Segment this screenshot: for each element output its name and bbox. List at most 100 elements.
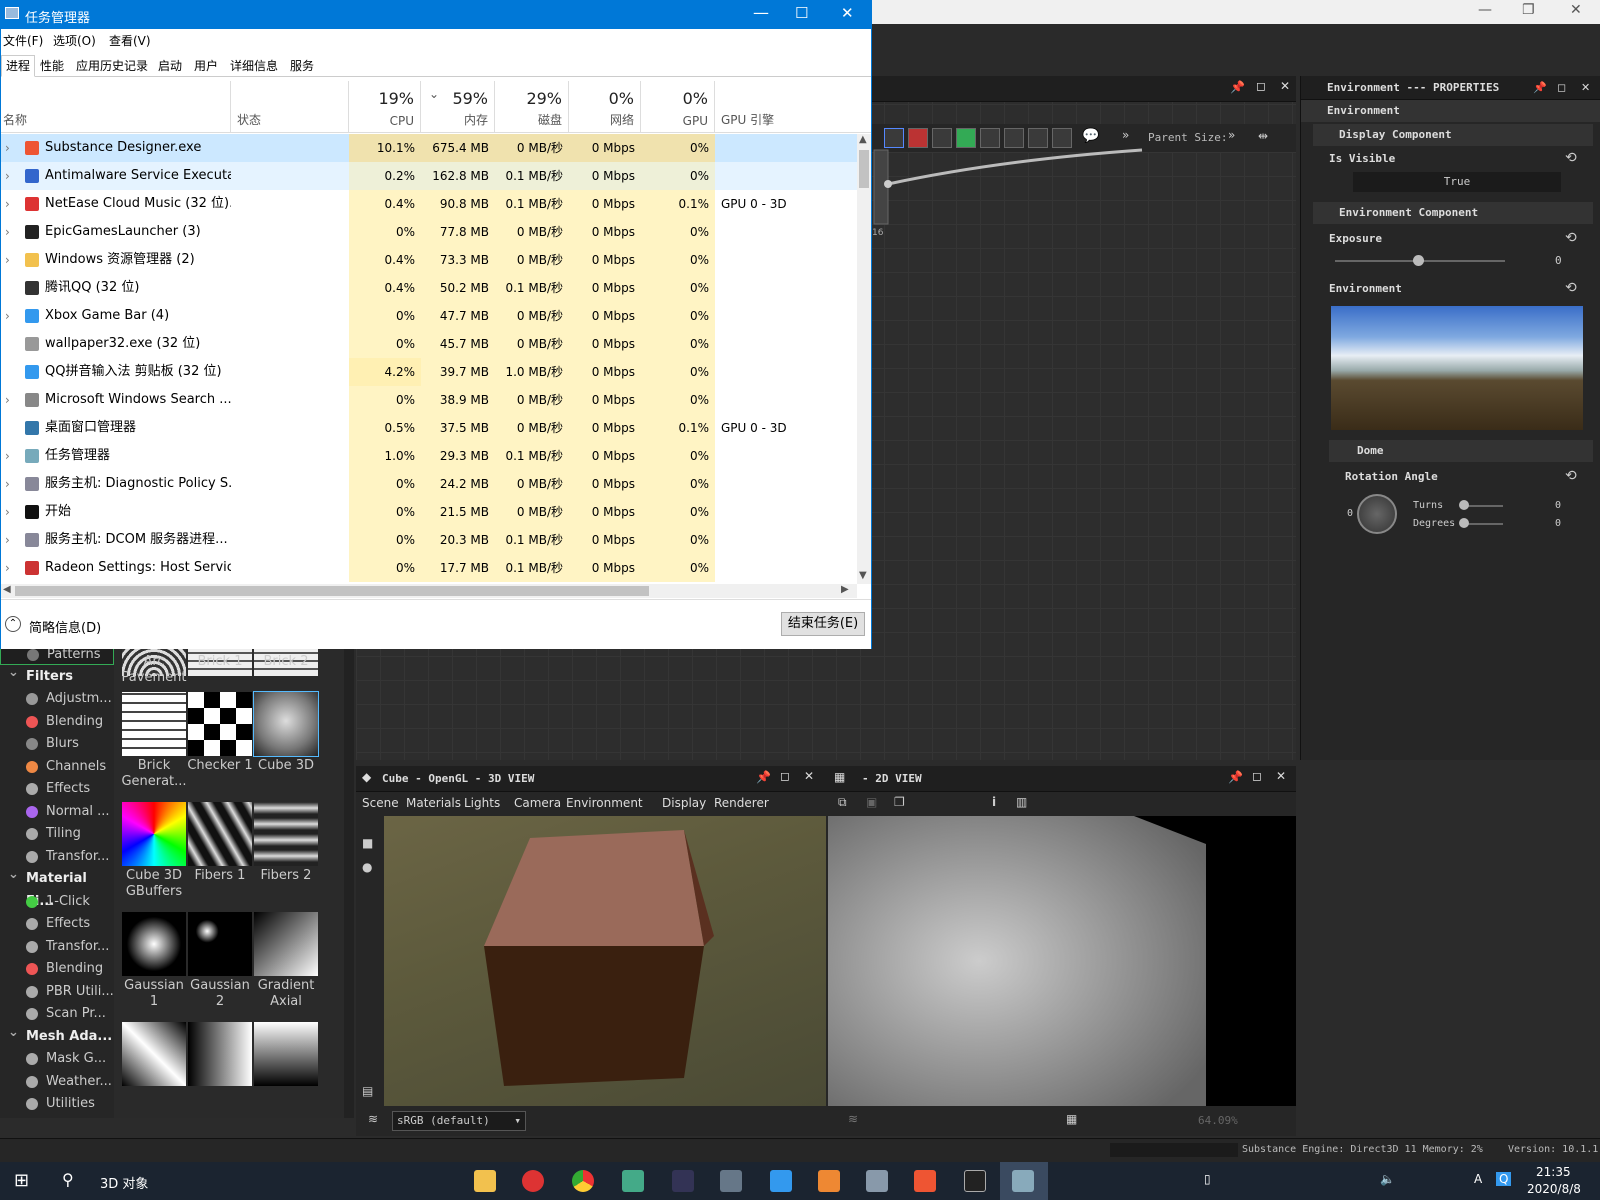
library-item[interactable]: Effects <box>0 777 114 800</box>
reset-icon[interactable]: ⟲ <box>1565 468 1577 484</box>
ime-icon[interactable]: A <box>1474 1172 1482 1186</box>
3d-view-menu-item[interactable]: Environment <box>566 796 643 810</box>
3d-view-menu-item[interactable]: Scene <box>362 796 399 810</box>
3d-view-menu-item[interactable]: Renderer <box>714 796 769 810</box>
table-row[interactable]: › 开始 0% 21.5 MB 0 MB/秒 0 Mbps 0% <box>1 498 857 526</box>
tab-processes[interactable]: 进程 <box>1 55 36 77</box>
table-row[interactable]: 腾讯QQ (32 位) 0.4% 50.2 MB 0.1 MB/秒 0 Mbps 0% <box>1 274 857 302</box>
col-network[interactable]: 0% 网络 <box>569 81 641 133</box>
close-icon[interactable]: ✕ <box>841 4 854 22</box>
library-item[interactable]: Effects <box>0 912 114 935</box>
library-category-header[interactable]: Filters <box>0 661 114 688</box>
library-thumbnail[interactable] <box>254 802 318 866</box>
substance-designer-icon[interactable] <box>914 1170 936 1192</box>
table-row[interactable]: › EpicGamesLauncher (3) 0% 77.8 MB 0 MB/秒 0 M… <box>1 218 857 246</box>
table-row[interactable]: › Radeon Settings: Host Service 0% 17.7 MB 0… <box>1 554 857 582</box>
app3-icon[interactable] <box>818 1170 840 1192</box>
expand-chevron-icon[interactable]: › <box>5 470 16 498</box>
library-item[interactable]: 1-Click <box>0 890 114 913</box>
environment-component-section[interactable]: Environment Component <box>1313 202 1593 224</box>
search-icon[interactable]: ⚲ <box>62 1170 74 1189</box>
scroll-right-icon[interactable]: ▶ <box>841 584 849 595</box>
tab-services[interactable]: 服务 <box>285 55 319 77</box>
horizontal-scrollbar[interactable]: ◀ ▶ <box>1 584 857 598</box>
library-thumbnail[interactable] <box>122 1022 186 1086</box>
table-row[interactable]: › Antimalware Service Executa... 0.2% 162.8… <box>1 162 857 190</box>
library-item[interactable]: Blending <box>0 957 114 980</box>
col-gpu[interactable]: 0% GPU <box>641 81 715 133</box>
layers-icon[interactable]: ≋ <box>848 1112 858 1126</box>
library-item[interactable]: PBR Utili... <box>0 980 114 1003</box>
scroll-down-icon[interactable]: ▼ <box>859 570 867 581</box>
epic-games-icon[interactable] <box>964 1170 986 1192</box>
turns-slider-handle[interactable] <box>1459 500 1469 510</box>
library-category-header[interactable]: Material Fi... <box>0 863 114 909</box>
library-thumbnail[interactable] <box>253 691 319 757</box>
light-icon[interactable]: ● <box>362 860 372 874</box>
pin-icon[interactable]: 📌 <box>756 770 771 784</box>
library-thumbnail[interactable] <box>188 912 252 976</box>
library-category-header[interactable]: Mesh Ada... <box>0 1021 114 1048</box>
reset-icon[interactable]: ⟲ <box>1565 280 1577 296</box>
task-manager-taskbar-button[interactable] <box>1000 1162 1048 1200</box>
expand-chevron-icon[interactable]: › <box>5 386 16 414</box>
store-icon[interactable] <box>622 1170 644 1192</box>
tab-details[interactable]: 详细信息 <box>225 55 283 77</box>
copy-icon[interactable]: ❐ <box>894 795 905 809</box>
maximize-icon[interactable]: ◻ <box>780 769 790 783</box>
chevron-right-icon[interactable]: » <box>1228 128 1235 142</box>
layout-icon[interactable]: ▤ <box>362 1084 373 1098</box>
close-icon[interactable]: ✕ <box>804 769 814 783</box>
minimize-icon[interactable]: — <box>753 3 769 22</box>
library-thumbnail[interactable] <box>122 692 186 756</box>
tab-performance[interactable]: 性能 <box>35 55 69 77</box>
3d-view-menu-item[interactable]: Materials <box>406 796 461 810</box>
library-thumbnail[interactable] <box>188 1022 252 1086</box>
reset-icon[interactable]: ⟲ <box>1565 150 1577 166</box>
library-thumbnail[interactable] <box>188 692 252 756</box>
zoom-level[interactable]: 64.09% <box>1198 1114 1238 1127</box>
link-icon[interactable]: ⇹ <box>1258 129 1268 143</box>
3d-view-menu-item[interactable]: Camera <box>514 796 561 810</box>
library-item[interactable]: Transfor... <box>0 935 114 958</box>
display-component-section[interactable]: Display Component <box>1313 124 1593 146</box>
library-item[interactable]: Utilities <box>0 1092 114 1115</box>
library-thumbnail[interactable] <box>254 912 318 976</box>
library-item[interactable]: Channels <box>0 755 114 778</box>
end-task-button[interactable]: 结束任务(E) <box>781 612 865 636</box>
2d-viewport[interactable] <box>828 816 1296 1106</box>
save-icon[interactable]: ▣ <box>866 795 877 809</box>
scrollbar-thumb[interactable] <box>859 150 869 188</box>
steam-icon[interactable] <box>672 1170 694 1192</box>
app2-icon[interactable] <box>770 1170 792 1192</box>
app4-icon[interactable] <box>866 1170 888 1192</box>
library-scrollbar[interactable] <box>344 648 354 1118</box>
taskbar-search-text[interactable]: 3D 对象 <box>100 1173 148 1192</box>
col-name[interactable]: 名称 <box>1 81 231 133</box>
table-row[interactable]: QQ拼音输入法 剪贴板 (32 位) 4.2% 39.7 MB 1.0 MB/秒 0 M… <box>1 358 857 386</box>
table-row[interactable]: › NetEase Cloud Music (32 位)... 0.4% 90.8 M… <box>1 190 857 218</box>
maximize-icon[interactable]: ◻ <box>1256 79 1266 93</box>
volume-icon[interactable]: 🔈 <box>1380 1172 1395 1186</box>
library-thumbnail[interactable] <box>122 912 186 976</box>
dome-section[interactable]: Dome <box>1329 440 1593 462</box>
expand-chevron-icon[interactable]: › <box>5 190 16 218</box>
3d-viewport[interactable] <box>384 816 826 1106</box>
pin-icon[interactable]: 📌 <box>1230 80 1245 94</box>
col-status[interactable]: 状态 <box>231 81 349 133</box>
fewer-details-link[interactable]: 简略信息(D) <box>29 617 101 636</box>
degrees-slider[interactable] <box>1463 523 1503 525</box>
expand-chevron-icon[interactable]: › <box>5 302 16 330</box>
vertical-scrollbar[interactable]: ▲ ▼ <box>857 134 871 584</box>
tab-app-history[interactable]: 应用历史记录 <box>71 55 153 77</box>
library-thumbnail[interactable] <box>122 802 186 866</box>
maximize-icon[interactable]: ◻ <box>1252 769 1262 783</box>
table-row[interactable]: › 服务主机: DCOM 服务器进程... 0% 20.3 MB 0.1 MB/秒 0 M… <box>1 526 857 554</box>
table-row[interactable]: › 任务管理器 1.0% 29.3 MB 0.1 MB/秒 0 Mbps 0% <box>1 442 857 470</box>
is-visible-field[interactable]: True <box>1353 172 1561 192</box>
close-icon[interactable]: ✕ <box>1570 2 1582 18</box>
info-icon[interactable]: i <box>992 795 996 809</box>
windows-start-icon[interactable]: ⊞ <box>14 1170 29 1191</box>
library-item[interactable]: Blending <box>0 710 114 733</box>
table-row[interactable]: 桌面窗口管理器 0.5% 37.5 MB 0 MB/秒 0 Mbps 0.1% GPU 0 … <box>1 414 857 442</box>
